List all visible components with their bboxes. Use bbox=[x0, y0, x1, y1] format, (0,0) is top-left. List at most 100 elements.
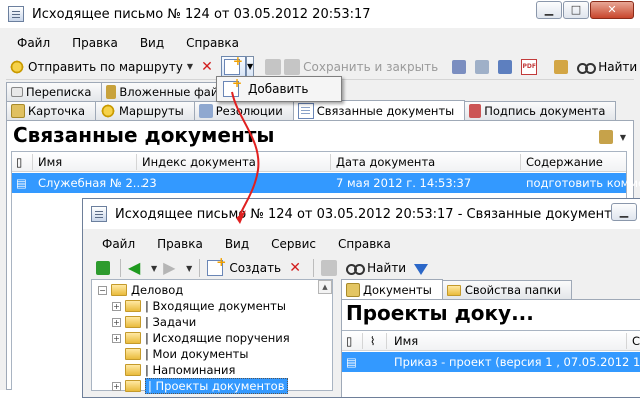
view-options-button[interactable]: ▼ bbox=[596, 126, 629, 148]
tab-related-documents[interactable]: Связанные документы bbox=[292, 100, 466, 120]
card-icon bbox=[11, 104, 25, 118]
menu-view[interactable]: Вид bbox=[129, 36, 175, 50]
add-dropdown-menu: Добавить bbox=[216, 76, 342, 102]
menu-help-2[interactable]: Справка bbox=[327, 237, 402, 251]
create-button[interactable]: Создать bbox=[204, 255, 284, 279]
add-menu-item[interactable]: Добавить bbox=[219, 76, 339, 99]
find-button[interactable]: Найти bbox=[574, 56, 640, 78]
table-row[interactable]: ▤ Приказ - проект (версия 1 , 07.05.2012… bbox=[342, 352, 640, 372]
sign-button[interactable] bbox=[551, 56, 574, 78]
menu-file[interactable]: Файл bbox=[6, 36, 61, 50]
menu-bar-2: Файл Правка Вид Сервис Справка bbox=[91, 233, 640, 255]
column-index[interactable]: Индекс документа bbox=[142, 155, 256, 169]
minimize-button-2[interactable]: ▁ bbox=[611, 203, 637, 221]
column-name[interactable]: Имя bbox=[38, 155, 62, 169]
row-index: 23 bbox=[142, 176, 157, 190]
add-dropdown-arrow[interactable]: ▼ bbox=[245, 55, 255, 78]
collapse-icon[interactable]: − bbox=[98, 285, 107, 295]
delete-button[interactable]: ✕ bbox=[196, 56, 221, 78]
row-date: 7 мая 2012 г. 14:53:37 bbox=[336, 176, 472, 190]
forward-button[interactable]: ▶ ▼ bbox=[160, 257, 195, 279]
title-bar: Исходящее письмо № 124 от 03.05.2012 20:… bbox=[0, 0, 640, 28]
toolbar-2: ◀ ▼ ▶ ▼ Создать ✕ Найти bbox=[93, 255, 640, 281]
menu-service-2[interactable]: Сервис bbox=[260, 237, 327, 251]
expand-icon[interactable]: + bbox=[112, 381, 121, 391]
tab-routes[interactable]: Маршруты bbox=[95, 101, 195, 120]
delete-button-2[interactable]: ✕ bbox=[284, 257, 309, 279]
save-button-2[interactable] bbox=[318, 257, 343, 279]
attach-button[interactable] bbox=[472, 56, 495, 78]
attach-icon bbox=[475, 59, 490, 74]
menu-help[interactable]: Справка bbox=[175, 36, 250, 50]
signature-icon bbox=[469, 104, 482, 118]
pen-icon bbox=[554, 59, 569, 74]
tree-item-label: | Входящие документы bbox=[145, 299, 286, 313]
tab-resolutions[interactable]: Резолюции bbox=[193, 101, 294, 120]
tree-item-doc-projects[interactable]: + | Проекты документов bbox=[112, 378, 288, 394]
close-window-button[interactable]: ✕ bbox=[590, 1, 634, 19]
doc-type-column-icon: ▯ bbox=[346, 334, 353, 348]
tabs-right: Документы Свойства папки bbox=[341, 279, 573, 299]
table-row[interactable]: ▤ Служебная № 2... 23 7 мая 2012 г. 14:5… bbox=[12, 173, 640, 193]
folder-tree: − Деловод + | Входящие документы + | Зад… bbox=[91, 279, 333, 394]
pdf-button[interactable]: PDF bbox=[518, 56, 543, 78]
tree-item-tasks[interactable]: + | Задачи bbox=[112, 314, 196, 330]
add-document-icon bbox=[223, 54, 243, 75]
save-close-button[interactable]: Сохранить и закрыть bbox=[262, 56, 441, 78]
filter-button[interactable] bbox=[409, 257, 434, 279]
find-button-2[interactable]: Найти bbox=[343, 257, 409, 279]
add-document-icon bbox=[223, 76, 242, 97]
column-content[interactable]: Содержание bbox=[526, 155, 603, 169]
column-date[interactable]: Дата документа bbox=[336, 155, 435, 169]
scroll-up-arrow[interactable]: ▲ bbox=[318, 280, 332, 294]
tab-folder-properties[interactable]: Свойства папки bbox=[441, 280, 573, 299]
menu-file-2[interactable]: Файл bbox=[91, 237, 146, 251]
related-documents-window: Исходящее письмо № 124 от 03.05.2012 20:… bbox=[82, 198, 640, 398]
save-close-icon bbox=[284, 58, 301, 75]
menu-view-2[interactable]: Вид bbox=[214, 237, 260, 251]
expand-icon[interactable]: + bbox=[112, 301, 121, 311]
tree-item-outgoing-tasks[interactable]: + | Исходящие поручения bbox=[112, 330, 290, 346]
refresh-button[interactable] bbox=[93, 257, 116, 279]
tab-document-signature[interactable]: Подпись документа bbox=[464, 101, 617, 120]
arrow-right-icon: ▶ bbox=[163, 258, 176, 277]
folder-icon bbox=[125, 348, 141, 360]
tree-item-reminders[interactable]: | Напоминания bbox=[125, 362, 235, 378]
chevron-down-icon: ▼ bbox=[151, 263, 158, 273]
minimize-button[interactable]: ▁ bbox=[536, 1, 562, 19]
table-header: ▯ Имя Индекс документа Дата документа Со… bbox=[12, 152, 626, 172]
tab-documents[interactable]: Документы bbox=[341, 279, 443, 299]
tab-card[interactable]: Карточка bbox=[6, 101, 97, 120]
documents-icon bbox=[346, 282, 360, 297]
tab-documents-label: Документы bbox=[363, 282, 432, 297]
column-c[interactable]: С bbox=[632, 334, 640, 348]
tree-root-label: Деловод bbox=[131, 283, 184, 297]
print-button[interactable] bbox=[449, 56, 472, 78]
doc-icon: ▤ bbox=[346, 355, 357, 369]
title-bar-2: Исходящее письмо № 124 от 03.05.2012 20:… bbox=[83, 199, 640, 229]
back-button[interactable]: ◀ ▼ bbox=[125, 257, 160, 279]
add-menu-label: Добавить bbox=[248, 82, 309, 96]
table-header-2: ▯ ⌇ Имя С bbox=[342, 331, 640, 351]
menu-edit[interactable]: Правка bbox=[61, 36, 129, 50]
binoculars-icon bbox=[346, 260, 366, 276]
maximize-button[interactable]: □ bbox=[563, 1, 589, 19]
folder-icon bbox=[125, 300, 141, 312]
add-document-button[interactable] bbox=[220, 54, 246, 78]
send-route-label: Отправить по маршруту bbox=[28, 59, 183, 74]
expand-icon[interactable]: + bbox=[112, 333, 121, 343]
folder-icon bbox=[125, 380, 141, 392]
find-label-2: Найти bbox=[367, 261, 407, 275]
menu-edit-2[interactable]: Правка bbox=[146, 237, 214, 251]
row-content: подготовить коммер bbox=[526, 176, 640, 190]
tree-item-incoming[interactable]: + | Входящие документы bbox=[112, 298, 286, 314]
row-name: Служебная № 2... bbox=[38, 176, 144, 190]
send-route-button[interactable]: Отправить по маршруту ▼ bbox=[6, 56, 196, 78]
tree-item-my-documents[interactable]: | Мои документы bbox=[125, 346, 248, 362]
tab-correspondence[interactable]: Переписка bbox=[6, 82, 103, 101]
expand-icon[interactable]: + bbox=[112, 317, 121, 327]
tree-item-label: | Проекты документов bbox=[145, 378, 288, 394]
column-name-2[interactable]: Имя bbox=[394, 334, 418, 348]
tree-root[interactable]: − Деловод bbox=[98, 282, 183, 298]
export-button[interactable] bbox=[495, 56, 518, 78]
